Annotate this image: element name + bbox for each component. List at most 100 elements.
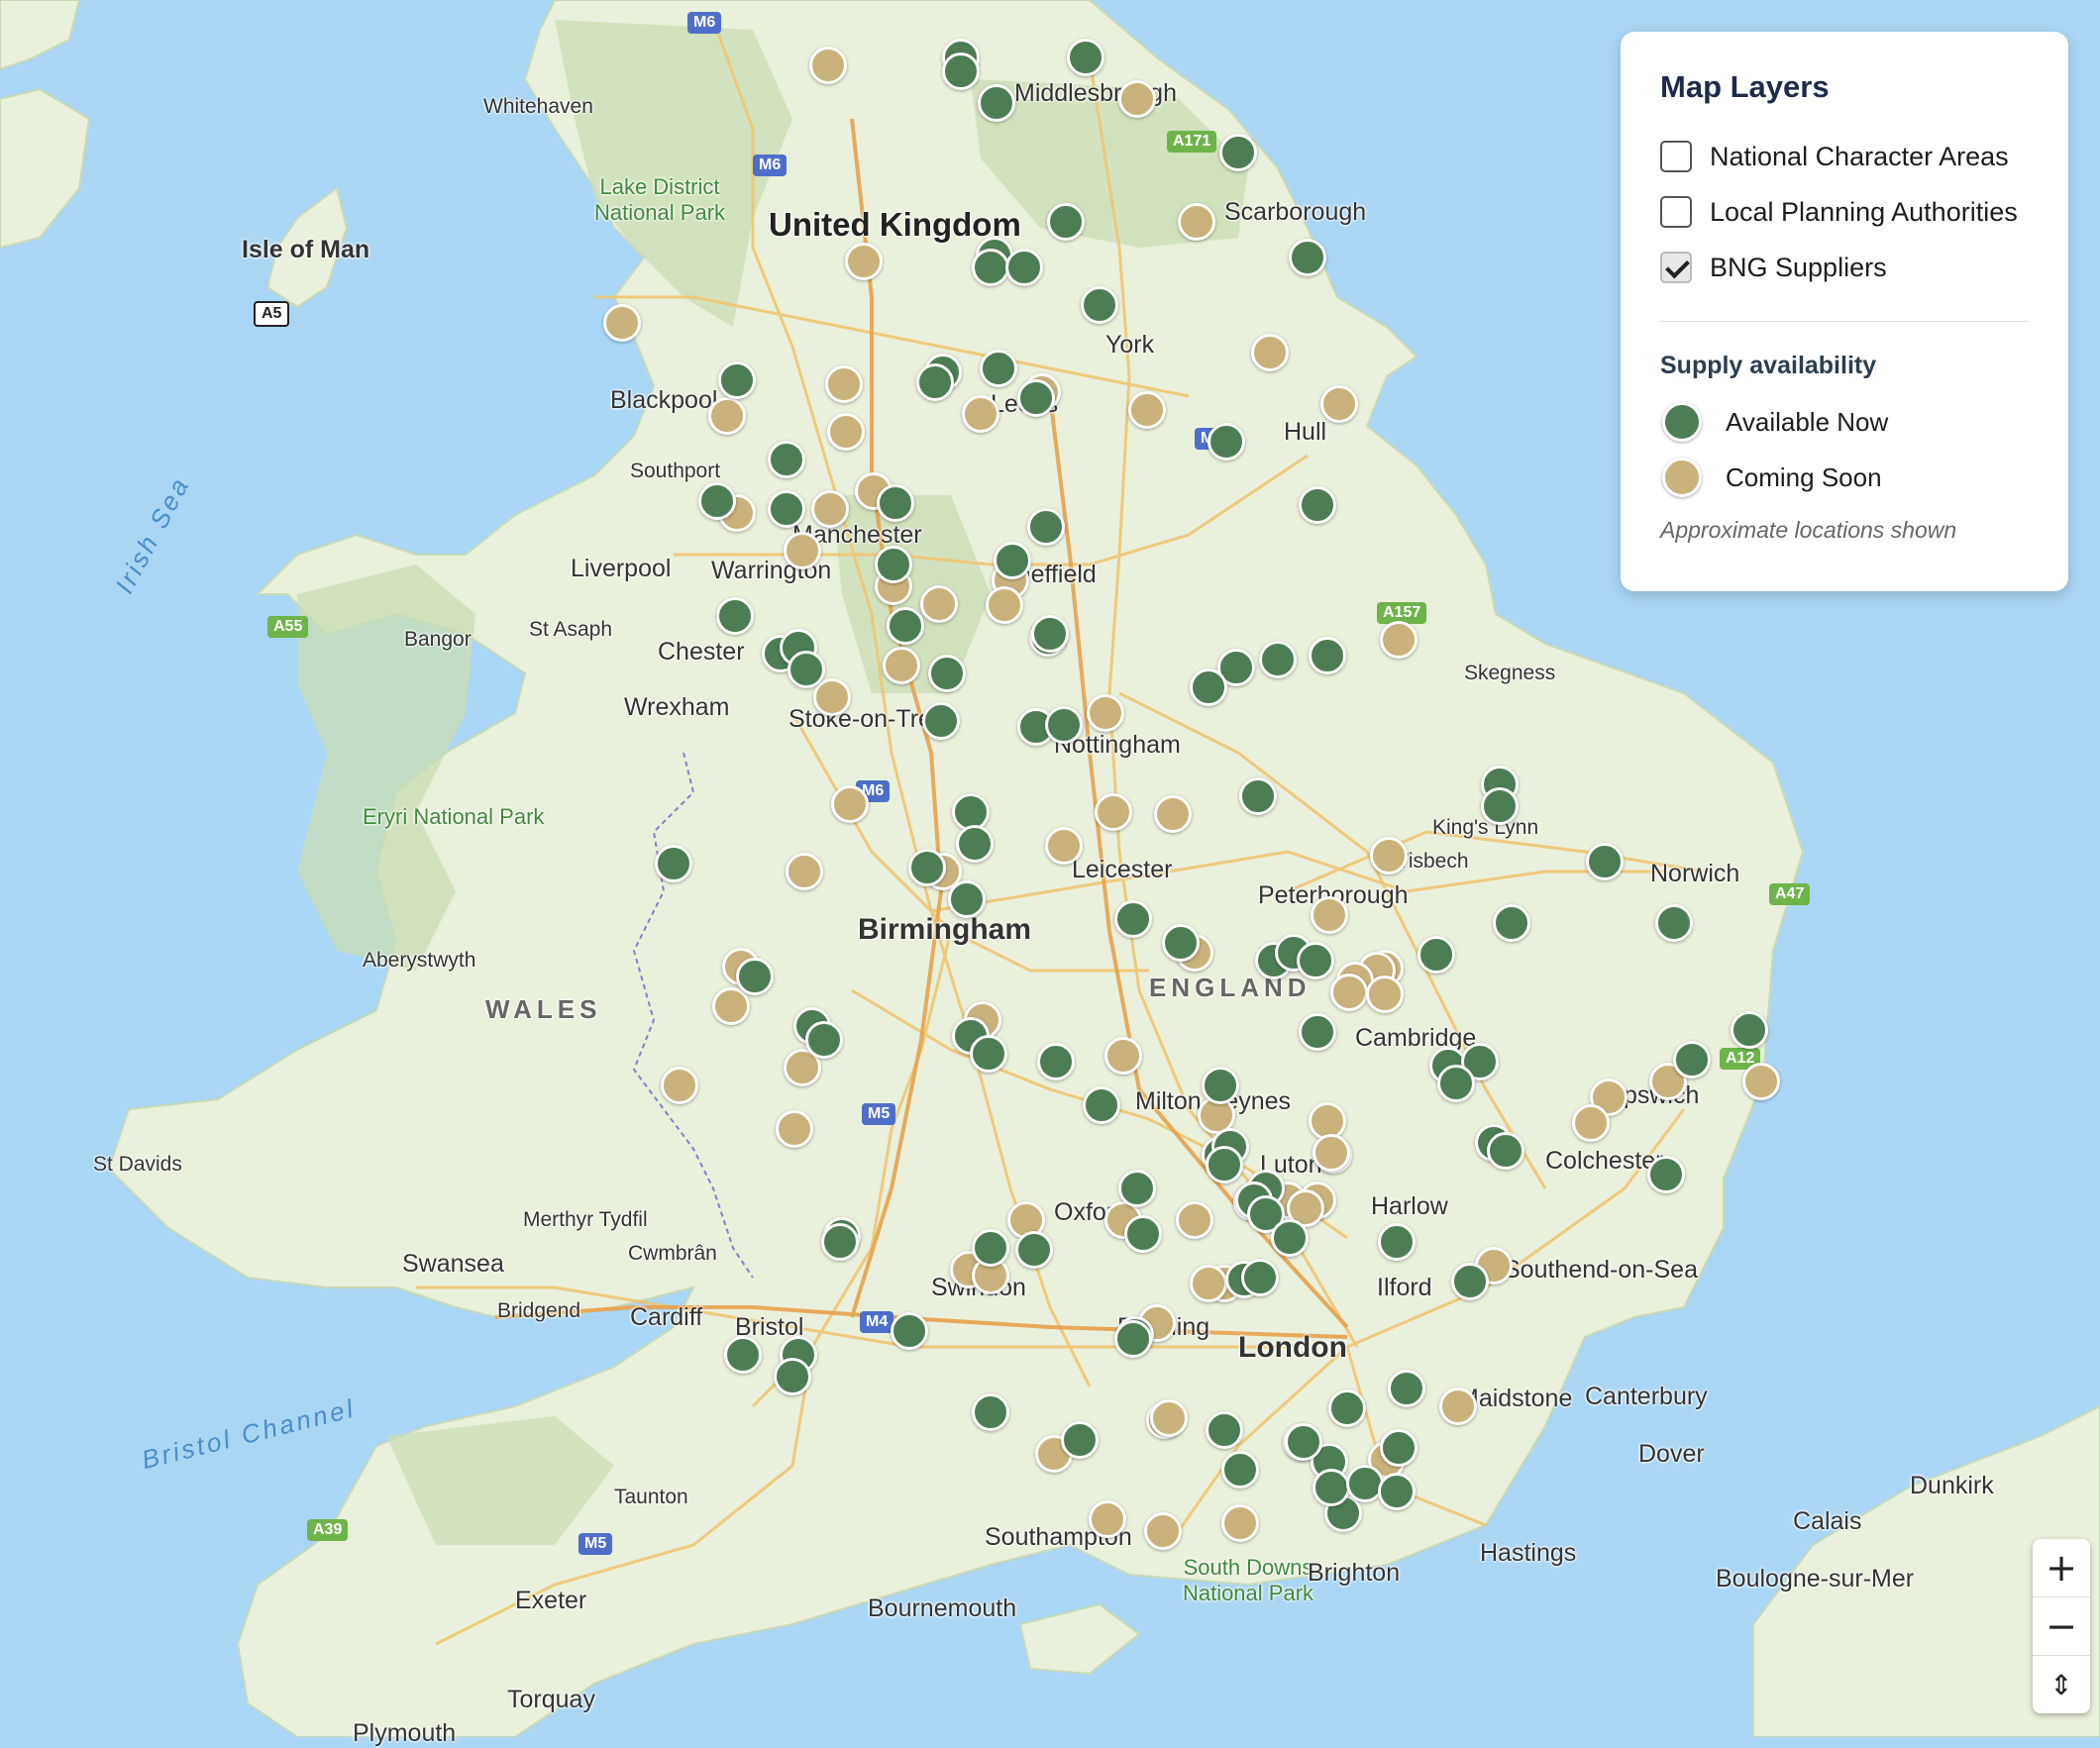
compass-button[interactable]: ⇕: [2033, 1656, 2090, 1713]
supplier-marker-available-now[interactable]: [980, 350, 1017, 387]
supplier-marker-coming-soon[interactable]: [1221, 1504, 1259, 1542]
supplier-marker-available-now[interactable]: [1437, 1065, 1475, 1102]
supplier-marker-available-now[interactable]: [916, 363, 954, 401]
supplier-marker-available-now[interactable]: [994, 542, 1031, 579]
supplier-marker-available-now[interactable]: [972, 1229, 1009, 1267]
supplier-marker-available-now[interactable]: [1673, 1041, 1711, 1079]
supplier-marker-available-now[interactable]: [1289, 239, 1326, 276]
supplier-marker-coming-soon[interactable]: [1370, 837, 1408, 874]
supplier-marker-available-now[interactable]: [1655, 904, 1693, 942]
supplier-marker-available-now[interactable]: [1124, 1215, 1162, 1253]
supplier-marker-available-now[interactable]: [877, 484, 914, 522]
supplier-marker-available-now[interactable]: [1731, 1011, 1768, 1049]
supplier-marker-coming-soon[interactable]: [1118, 80, 1156, 118]
zoom-in-button[interactable]: +: [2033, 1539, 2090, 1597]
supplier-marker-available-now[interactable]: [1206, 1146, 1243, 1183]
supplier-marker-coming-soon[interactable]: [920, 585, 958, 623]
supplier-marker-available-now[interactable]: [718, 361, 756, 399]
supplier-marker-coming-soon[interactable]: [1572, 1104, 1610, 1142]
supplier-marker-available-now[interactable]: [655, 845, 692, 882]
supplier-marker-coming-soon[interactable]: [827, 413, 865, 451]
supplier-marker-coming-soon[interactable]: [986, 586, 1023, 624]
supplier-marker-coming-soon[interactable]: [1144, 1512, 1182, 1550]
supplier-marker-available-now[interactable]: [1031, 615, 1069, 653]
supplier-marker-available-now[interactable]: [1297, 942, 1334, 979]
supplier-marker-available-now[interactable]: [1418, 936, 1455, 974]
supplier-marker-available-now[interactable]: [1015, 1231, 1053, 1269]
supplier-marker-coming-soon[interactable]: [712, 987, 750, 1025]
supplier-marker-available-now[interactable]: [1388, 1370, 1425, 1407]
supplier-marker-available-now[interactable]: [942, 52, 980, 90]
supplier-marker-coming-soon[interactable]: [1087, 694, 1124, 732]
supplier-marker-coming-soon[interactable]: [811, 490, 849, 528]
supplier-marker-available-now[interactable]: [875, 546, 912, 583]
supplier-marker-coming-soon[interactable]: [1190, 1265, 1227, 1302]
layer-national-character-areas[interactable]: National Character Areas: [1660, 129, 2029, 184]
supplier-marker-coming-soon[interactable]: [1742, 1063, 1780, 1100]
supplier-marker-coming-soon[interactable]: [1154, 795, 1192, 833]
supplier-marker-available-now[interactable]: [716, 597, 754, 635]
supplier-marker-available-now[interactable]: [922, 702, 960, 740]
layer-bng-suppliers[interactable]: BNG Suppliers: [1660, 240, 2029, 295]
supplier-marker-coming-soon[interactable]: [845, 243, 883, 280]
supplier-marker-coming-soon[interactable]: [1089, 1500, 1126, 1538]
supplier-marker-available-now[interactable]: [1017, 379, 1055, 417]
supplier-marker-available-now[interactable]: [768, 441, 805, 478]
supplier-marker-available-now[interactable]: [1493, 904, 1530, 942]
supplier-marker-available-now[interactable]: [1312, 1469, 1350, 1506]
supplier-marker-coming-soon[interactable]: [1104, 1037, 1142, 1075]
supplier-marker-coming-soon[interactable]: [1045, 827, 1083, 865]
supplier-marker-coming-soon[interactable]: [1178, 203, 1215, 241]
supplier-marker-available-now[interactable]: [1378, 1223, 1416, 1261]
supplier-marker-available-now[interactable]: [1647, 1156, 1685, 1193]
supplier-marker-available-now[interactable]: [1299, 486, 1336, 524]
supplier-marker-coming-soon[interactable]: [1320, 385, 1358, 423]
supplier-marker-available-now[interactable]: [1285, 1423, 1322, 1461]
supplier-marker-available-now[interactable]: [698, 482, 736, 520]
supplier-marker-available-now[interactable]: [1208, 423, 1245, 461]
supplier-marker-available-now[interactable]: [788, 651, 825, 688]
supplier-marker-available-now[interactable]: [736, 958, 774, 995]
supplier-marker-available-now[interactable]: [948, 880, 986, 918]
supplier-marker-available-now[interactable]: [1067, 39, 1104, 76]
supplier-marker-available-now[interactable]: [1061, 1421, 1099, 1459]
supplier-marker-coming-soon[interactable]: [962, 395, 999, 433]
supplier-marker-coming-soon[interactable]: [1128, 391, 1166, 429]
supplier-marker-available-now[interactable]: [1378, 1473, 1416, 1510]
supplier-marker-available-now[interactable]: [972, 1393, 1009, 1431]
supplier-marker-available-now[interactable]: [891, 1312, 928, 1350]
supplier-marker-available-now[interactable]: [1045, 706, 1083, 744]
supplier-marker-available-now[interactable]: [1380, 1429, 1418, 1467]
supplier-marker-available-now[interactable]: [970, 1035, 1007, 1073]
supplier-marker-available-now[interactable]: [1083, 1086, 1120, 1124]
supplier-marker-available-now[interactable]: [1114, 900, 1152, 938]
supplier-marker-coming-soon[interactable]: [1380, 621, 1418, 659]
supplier-marker-available-now[interactable]: [805, 1021, 843, 1059]
supplier-marker-available-now[interactable]: [1328, 1389, 1366, 1427]
supplier-marker-coming-soon[interactable]: [1150, 1399, 1188, 1437]
supplier-marker-available-now[interactable]: [1299, 1013, 1336, 1051]
supplier-marker-available-now[interactable]: [1114, 1320, 1152, 1358]
supplier-marker-coming-soon[interactable]: [1311, 896, 1348, 934]
supplier-marker-coming-soon[interactable]: [708, 397, 746, 435]
supplier-marker-coming-soon[interactable]: [831, 785, 869, 823]
supplier-marker-available-now[interactable]: [1047, 203, 1085, 241]
supplier-marker-coming-soon[interactable]: [1330, 974, 1368, 1011]
supplier-marker-available-now[interactable]: [1206, 1411, 1243, 1449]
supplier-marker-coming-soon[interactable]: [883, 647, 920, 684]
supplier-marker-available-now[interactable]: [1241, 1259, 1279, 1296]
supplier-marker-coming-soon[interactable]: [661, 1067, 698, 1104]
supplier-marker-coming-soon[interactable]: [784, 532, 821, 569]
supplier-marker-available-now[interactable]: [1162, 924, 1200, 962]
supplier-marker-available-now[interactable]: [1190, 668, 1227, 706]
supplier-marker-coming-soon[interactable]: [1439, 1388, 1477, 1425]
supplier-marker-coming-soon[interactable]: [1312, 1134, 1350, 1172]
supplier-marker-available-now[interactable]: [1118, 1170, 1156, 1207]
supplier-marker-available-now[interactable]: [821, 1223, 859, 1261]
supplier-marker-available-now[interactable]: [1259, 641, 1297, 678]
zoom-out-button[interactable]: −: [2033, 1597, 2090, 1656]
supplier-marker-available-now[interactable]: [768, 490, 805, 528]
supplier-marker-available-now[interactable]: [1239, 777, 1277, 815]
supplier-marker-available-now[interactable]: [1487, 1132, 1524, 1170]
checkbox-national-character-areas[interactable]: [1660, 141, 1692, 172]
